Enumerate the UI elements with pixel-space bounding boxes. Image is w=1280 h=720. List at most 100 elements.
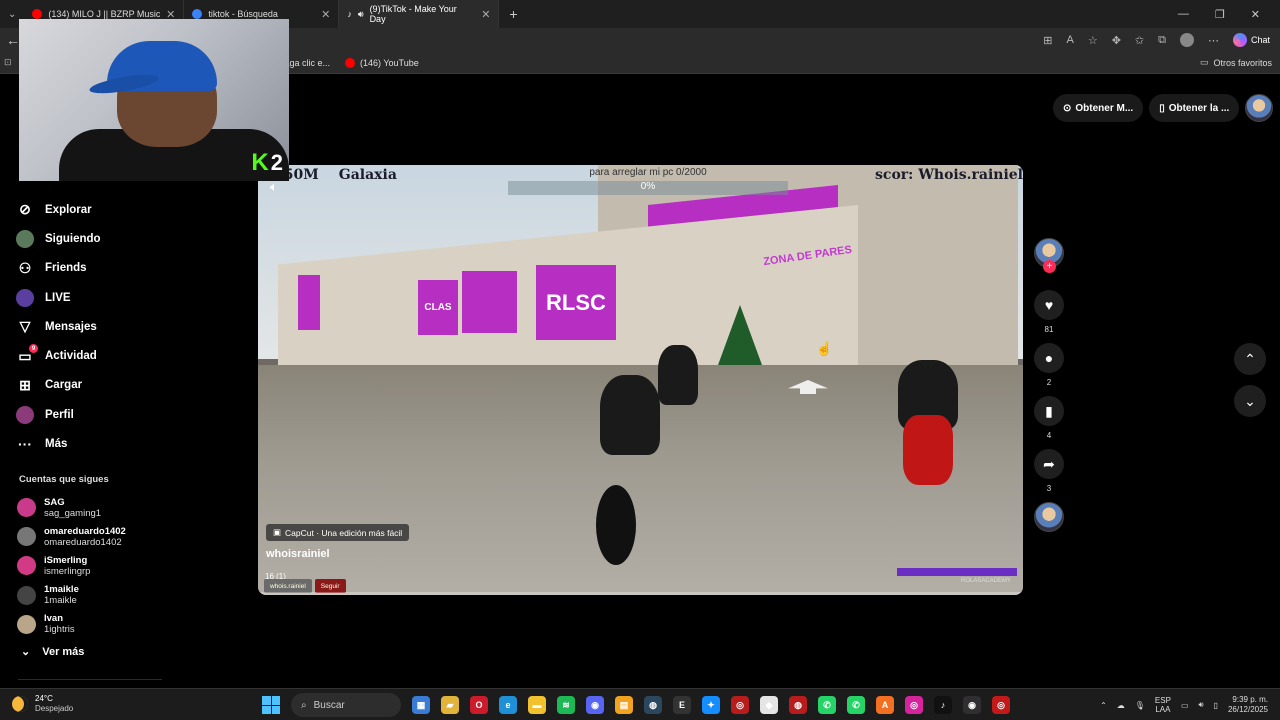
bookmark-label: (146) YouTube xyxy=(360,57,419,68)
following-account[interactable]: SAG sag_gaming1 xyxy=(17,493,217,522)
app-available-icon[interactable]: ⊞ xyxy=(1043,34,1052,47)
opera-icon[interactable]: O xyxy=(470,696,488,714)
video-player[interactable]: RLSC CLAS ZONA DE PARES 250M Galaxia par… xyxy=(258,165,1023,595)
volume-icon[interactable]: 🔈︎ xyxy=(270,179,278,195)
like-button[interactable]: ♥ xyxy=(1034,290,1064,320)
notes-icon[interactable]: ▤ xyxy=(615,696,633,714)
volume-icon[interactable]: 🔊︎ xyxy=(1199,700,1204,710)
sidebar-item-perfil[interactable]: Perfil xyxy=(16,400,246,429)
get-coins-button[interactable]: ⊙ Obtener M... xyxy=(1053,94,1144,122)
messages-icon: ▽ xyxy=(19,318,31,335)
steam-icon[interactable]: ◍ xyxy=(644,696,662,714)
user-avatar[interactable] xyxy=(1245,94,1274,122)
rockstar-icon[interactable]: ◍ xyxy=(789,696,807,714)
upload-icon: ⊞ xyxy=(19,376,31,393)
new-tab-button[interactable]: + xyxy=(499,6,527,22)
sidebar-item-actividad[interactable]: ▭ 9 Actividad xyxy=(16,341,246,370)
tiktok-icon[interactable]: ♪ xyxy=(934,696,952,714)
account-name: 1maikle xyxy=(44,584,79,596)
compass-icon: ⊘ xyxy=(19,201,31,218)
more-icon: ··· xyxy=(18,436,32,453)
whatsapp-icon[interactable]: ✆ xyxy=(818,696,836,714)
weather-widget[interactable]: 24°C Despejado xyxy=(12,694,73,714)
get-app-button[interactable]: ▯ Obtener la ... xyxy=(1149,94,1240,122)
get-app-label: Obtener la ... xyxy=(1168,102,1230,114)
obs-icon[interactable]: ◉ xyxy=(963,696,981,714)
following-list: SAG sag_gaming1 omareduardo1402 omareduardo… xyxy=(17,493,217,639)
sidebar-item-live[interactable]: LIVE xyxy=(16,283,246,312)
kick-viewer-count: 2 xyxy=(270,150,283,175)
comment-button[interactable]: ● xyxy=(1034,343,1064,373)
following-account[interactable]: Ivan 1ightris xyxy=(17,610,217,639)
speaker-icon[interactable]: 🔊︎ xyxy=(358,9,364,20)
next-video-button[interactable]: ⌄ xyxy=(1234,385,1266,417)
battle-net-icon[interactable]: ✦ xyxy=(702,696,720,714)
collections-icon[interactable]: ⧉ xyxy=(1158,34,1166,47)
sidebar-item-friends[interactable]: ⚇ Friends xyxy=(16,254,246,283)
close-window-icon[interactable]: ✕ xyxy=(1251,8,1260,21)
following-account[interactable]: iSmerling ismerlingrp xyxy=(17,551,217,580)
folder-icon[interactable]: ▬ xyxy=(528,696,546,714)
video-author[interactable]: whoisrainiel xyxy=(266,548,330,560)
sidebar-item-explorar[interactable]: ⊘ Explorar xyxy=(16,195,246,224)
video-progress-bar[interactable] xyxy=(258,592,1023,595)
edge-icon[interactable]: e xyxy=(499,696,517,714)
chevron-down-icon: ⌄ xyxy=(21,646,31,658)
app-red-icon[interactable]: ◎ xyxy=(992,696,1010,714)
clock[interactable]: 9:39 p. m. 26/12/2025 xyxy=(1228,695,1268,715)
adobe-icon[interactable]: A xyxy=(876,696,894,714)
game-app-icon[interactable]: ◎ xyxy=(731,696,749,714)
tray-overflow-icon[interactable]: ⌃ xyxy=(1100,701,1107,710)
follow-plus-icon[interactable]: + xyxy=(1043,260,1056,273)
favorite-star-icon[interactable]: ☆ xyxy=(1088,34,1098,47)
network-icon[interactable]: ▭ xyxy=(1181,701,1189,710)
spotify-icon[interactable]: ≋ xyxy=(557,696,575,714)
account-username: omareduardo1402 xyxy=(44,536,122,548)
see-more-button[interactable]: ⌄ Ver más xyxy=(21,645,84,659)
sidebar-item-mensajes[interactable]: ▽ Mensajes xyxy=(16,312,246,341)
start-button[interactable] xyxy=(262,696,280,714)
bookmark-item-youtube[interactable]: (146) YouTube xyxy=(345,57,419,68)
creator-avatar[interactable]: + xyxy=(1034,238,1064,273)
tab-tiktok-active[interactable]: ♪ 🔊︎ (9)TikTok - Make Your Day ✕ xyxy=(339,0,500,28)
widgets-icon[interactable]: ▦ xyxy=(412,696,430,714)
roblox-icon[interactable]: ◆ xyxy=(760,696,778,714)
capcut-tag[interactable]: ▣ CapCut · Una edición más fácil xyxy=(266,524,410,541)
sidebar-nav: ⊘ Explorar Siguiendo ⚇ Friends LIVE ▽ Mensajes ▭… xyxy=(16,195,246,459)
sidebar-item-cargar[interactable]: ⊞ Cargar xyxy=(16,371,246,400)
taskbar-search[interactable]: ⌕ Buscar xyxy=(291,693,401,717)
other-favorites-folder[interactable]: ▭ Otros favoritos xyxy=(1200,57,1272,68)
cloud-icon[interactable]: ☁ xyxy=(1117,701,1125,710)
microphone-icon[interactable]: 🎙︎ xyxy=(1135,701,1145,710)
minimize-icon[interactable]: — xyxy=(1178,8,1189,21)
copilot-chat-button[interactable]: Chat xyxy=(1232,33,1270,47)
back-icon[interactable]: ← xyxy=(6,32,20,48)
following-account[interactable]: 1maikle 1maikle xyxy=(17,581,217,610)
file-explorer-icon[interactable]: ▰ xyxy=(441,696,459,714)
language-indicator[interactable]: ESP LAA xyxy=(1155,696,1171,714)
instagram-icon[interactable]: ◎ xyxy=(905,696,923,714)
battery-icon[interactable]: ▯ xyxy=(1214,701,1218,710)
close-tab-icon[interactable]: ✕ xyxy=(481,8,490,21)
more-menu-icon[interactable]: ⋯ xyxy=(1208,34,1219,47)
sidebar-item-siguiendo[interactable]: Siguiendo xyxy=(16,224,246,253)
extensions-icon[interactable]: ✥ xyxy=(1112,34,1121,47)
favorites-icon[interactable]: ✩ xyxy=(1135,34,1144,47)
restore-icon[interactable]: ❐ xyxy=(1215,8,1225,21)
share-button[interactable]: ➦ xyxy=(1034,449,1064,479)
bookmark-folder-icon[interactable]: ⊡ xyxy=(4,57,12,68)
video-rider-center xyxy=(600,375,660,455)
close-tab-icon[interactable]: ✕ xyxy=(321,8,330,21)
account-username: sag_gaming1 xyxy=(44,507,102,519)
epic-icon[interactable]: E xyxy=(673,696,691,714)
sound-disc-avatar[interactable] xyxy=(1034,502,1064,532)
translate-icon[interactable]: A xyxy=(1066,34,1073,46)
whatsapp-business-icon[interactable]: ✆ xyxy=(847,696,865,714)
following-account[interactable]: omareduardo1402 omareduardo1402 xyxy=(17,522,217,551)
profile-avatar[interactable] xyxy=(1179,33,1194,47)
previous-video-button[interactable]: ⌃ xyxy=(1234,343,1266,375)
sidebar-item-más[interactable]: ··· Más xyxy=(16,429,246,458)
save-button[interactable]: ▮ xyxy=(1034,396,1064,426)
discord-icon[interactable]: ◉ xyxy=(586,696,604,714)
tab-actions-chevron-icon[interactable]: ⌄ xyxy=(0,9,24,20)
